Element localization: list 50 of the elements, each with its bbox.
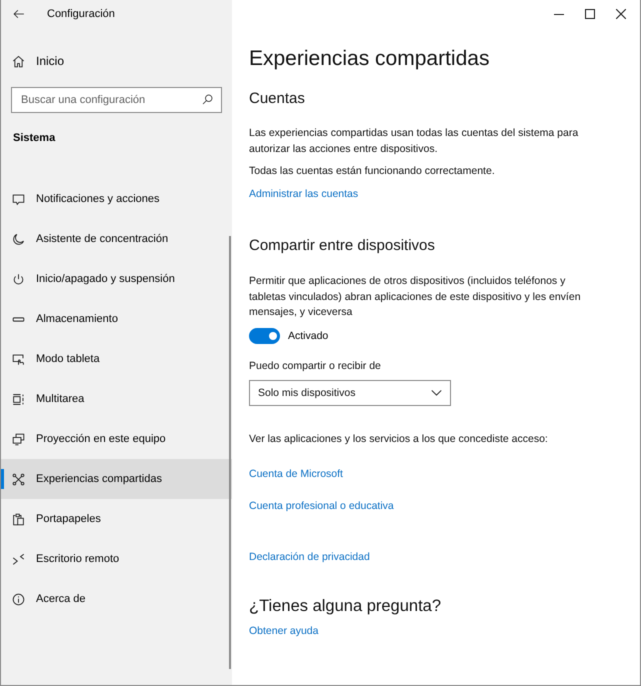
home-icon [12,54,25,68]
privacy-link[interactable]: Declaración de privacidad [249,548,370,564]
help-link[interactable]: Obtener ayuda [249,622,318,638]
sidebar-item[interactable]: Proyección en este equipo [1,419,232,459]
sidebar-item[interactable]: Escritorio remoto [1,539,232,579]
description-text: Las experiencias compartidas usan todas las cuentas del sistema para autorizar las acciones entre dispositivos. [249,126,580,157]
toggle-switch[interactable] [249,328,280,344]
sidebar-item[interactable]: Modo tableta [1,339,232,379]
sidebar-item[interactable]: Asistente de concentración [1,219,232,259]
selection-indicator [1,469,4,489]
clipboard-icon [12,512,25,526]
maximize-icon[interactable] [585,9,595,19]
page-title: Experiencias compartidas [249,46,490,72]
scrollbar-thumb[interactable] [229,236,231,669]
info-icon [12,592,25,606]
chevron-down-icon [431,390,442,396]
sidebar-item[interactable]: Acerca de [1,579,232,619]
account-link[interactable]: Cuenta de Microsoft [249,466,343,482]
tablet-touch-icon [12,352,25,366]
multitask-icon [12,392,25,406]
sidebar-item[interactable]: Experiencias compartidas [1,459,232,499]
close-icon[interactable] [616,9,626,19]
account-link[interactable]: Cuenta profesional o educativa [249,498,394,514]
nodes-icon [12,472,25,486]
screens-icon [12,432,25,446]
section-heading: Cuentas [249,89,305,109]
sidebar-item[interactable]: Almacenamiento [1,299,232,339]
sidebar-item[interactable]: Multitarea [1,379,232,419]
speech-bubble-icon [12,192,25,206]
field-label: Puedo compartir o recibir de [249,358,381,374]
description-text: Permitir que aplicaciones de otros dispositivos (incluidos teléfonos y tabletas vinculados) abran aplicaciones de este dispositivo y les envíen mensajes, y viceversa [249,274,582,320]
dropdown[interactable]: Solo mis dispositivos [249,380,451,406]
window-title: Configuración [47,8,115,20]
manage-accounts-link[interactable]: Administrar las cuentas [249,186,358,202]
moon-icon [12,232,25,246]
chevrons-icon [12,552,25,566]
section-heading: Sistema [12,131,56,146]
info-text: Ver las aplicaciones y los servicios a los que concediste acceso: [249,432,548,446]
section-heading: Compartir entre dispositivos [249,236,435,256]
search-icon [202,94,213,105]
sidebar-item[interactable]: Inicio/apagado y suspensión [1,259,232,299]
status-text: Todas las cuentas están funcionando correctamente. [249,164,495,179]
toggle-label: Activado [288,328,328,344]
search-field[interactable]: Buscar una configuración [11,87,222,113]
sidebar-item[interactable]: Portapapeles [1,499,232,539]
sidebar-item[interactable]: Notificaciones y acciones [1,179,232,219]
home-link[interactable]: Inicio [1,41,74,81]
back-icon[interactable] [13,8,25,20]
help-heading: ¿Tienes alguna pregunta? [249,596,442,616]
power-icon [12,272,25,286]
